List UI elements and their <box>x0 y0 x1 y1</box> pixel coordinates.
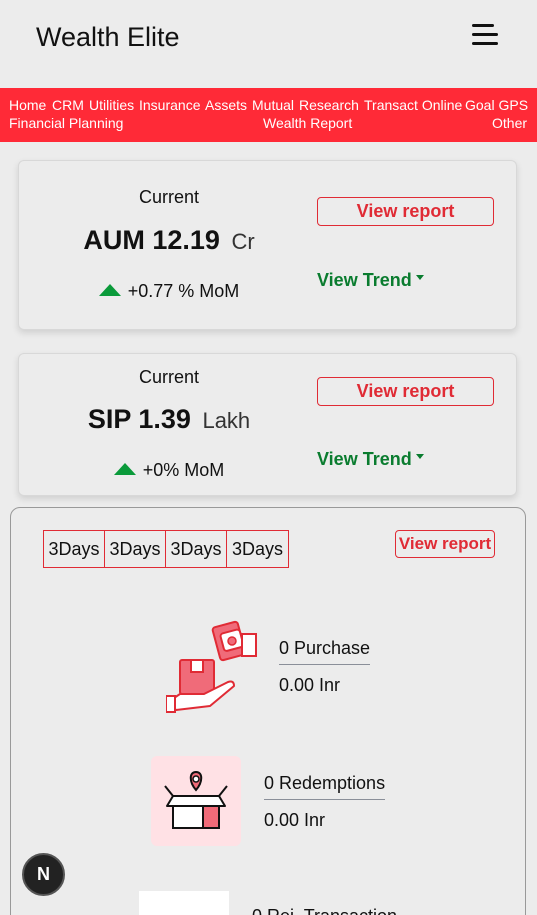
tab-3days[interactable]: 3Days <box>44 531 105 567</box>
aum-change: +0.77 % MoM <box>19 281 319 302</box>
nav-item-home[interactable]: Home <box>9 96 46 114</box>
up-arrow-icon <box>113 463 136 475</box>
sip-card: Current SIP 1.39 Lakh +0% MoM View repor… <box>18 353 517 496</box>
main-nav: Home CRM Utilities Insurance Assets Mutu… <box>0 88 537 142</box>
top-bar: Wealth Elite <box>0 0 537 88</box>
aum-card: Current AUM 12.19 Cr +0.77 % MoM View re… <box>18 160 517 330</box>
redemptions-amount: 0.00 Inr <box>264 810 326 830</box>
sip-change: +0% MoM <box>19 460 319 481</box>
sip-view-trend-dropdown[interactable]: View Trend <box>317 449 424 470</box>
sip-change-text: +0% MoM <box>142 460 225 480</box>
purchase-amount: 0.00 Inr <box>279 675 341 695</box>
caret-down-icon <box>415 454 424 459</box>
transactions-view-report-button[interactable]: View report <box>395 530 495 558</box>
tab-3days[interactable]: 3Days <box>166 531 227 567</box>
nav-item-research[interactable]: Research <box>299 96 359 114</box>
nav-item-crm[interactable]: CRM <box>52 96 84 114</box>
nav-item-other[interactable]: Other <box>492 114 527 132</box>
nav-item-mutual[interactable]: Mutual <box>252 96 294 114</box>
sip-value: 1.39 <box>138 404 191 434</box>
sip-current-label: Current <box>138 367 200 387</box>
aum-view-trend-dropdown[interactable]: View Trend <box>317 270 424 291</box>
nav-item-transact-online[interactable]: Transact Online <box>364 96 462 114</box>
up-arrow-icon <box>98 284 121 296</box>
nav-item-assets[interactable]: Assets <box>205 96 247 114</box>
brand-title: Wealth Elite <box>36 22 180 52</box>
nav-item-wealth-report[interactable]: Wealth Report <box>263 114 352 132</box>
tab-3days[interactable]: 3Days <box>105 531 166 567</box>
sip-view-report-button[interactable]: View report <box>317 377 494 406</box>
caret-down-icon <box>415 275 424 280</box>
rejected-transaction-count[interactable]: 0 Rej. Transaction <box>252 906 397 915</box>
nav-item-insurance[interactable]: Insurance <box>139 96 200 114</box>
purchase-count[interactable]: 0 Purchase <box>279 638 371 665</box>
transactions-panel: 3Days 3Days 3Days 3Days View report 0 Pu… <box>10 507 526 915</box>
sip-view-trend-label: View Trend <box>317 449 412 469</box>
aum-change-text: +0.77 % MoM <box>127 281 240 301</box>
sip-unit: Lakh <box>202 408 251 433</box>
aum-value: 12.19 <box>152 225 220 255</box>
tab-3days[interactable]: 3Days <box>227 531 288 567</box>
aum-metric: AUM 12.19 Cr <box>19 225 319 256</box>
aum-view-report-button[interactable]: View report <box>317 197 494 226</box>
redemptions-count[interactable]: 0 Redemptions <box>264 773 386 800</box>
aum-unit: Cr <box>231 229 255 254</box>
rejected-transaction-icon <box>139 891 229 915</box>
aum-metric-name: AUM <box>83 225 145 255</box>
aum-view-trend-label: View Trend <box>317 270 412 290</box>
nav-item-goal-gps[interactable]: Goal GPS <box>465 96 528 114</box>
redemption-gift-icon <box>151 756 241 846</box>
aum-current-label: Current <box>138 187 200 207</box>
nav-item-utilities[interactable]: Utilities <box>89 96 134 114</box>
hamburger-menu-icon[interactable] <box>470 22 500 48</box>
nav-item-financial-planning[interactable]: Financial Planning <box>9 114 123 132</box>
sip-metric: SIP 1.39 Lakh <box>19 404 319 435</box>
purchase-icon <box>165 620 258 714</box>
period-tabs: 3Days 3Days 3Days 3Days <box>43 530 289 568</box>
sip-metric-name: SIP <box>87 404 131 434</box>
next-devtools-button[interactable]: N <box>22 853 65 896</box>
